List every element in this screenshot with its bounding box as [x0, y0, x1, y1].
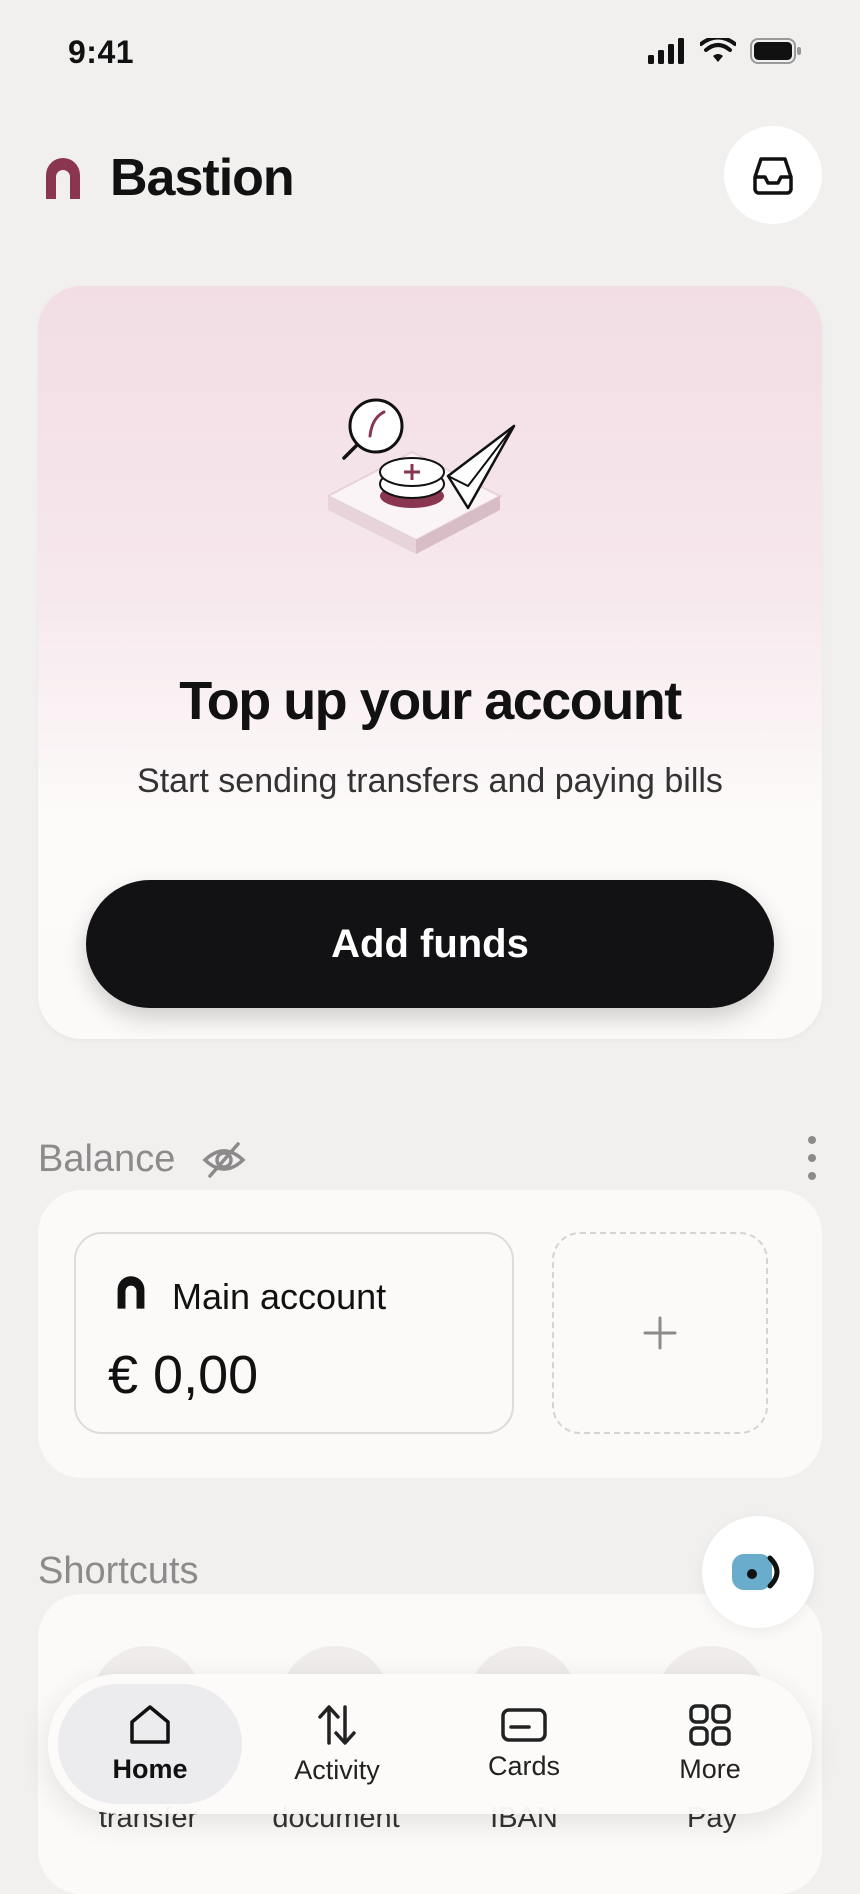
tab-home-label: Home	[112, 1753, 188, 1784]
account-name: Main account	[172, 1276, 387, 1317]
balance-label: Balance	[38, 1138, 176, 1180]
promo-subtitle: Start sending transfers and paying bills	[137, 762, 723, 800]
tab-bar: Home Activity Cards More	[48, 1674, 812, 1814]
status-icons	[648, 38, 802, 64]
main-account-card[interactable]: Main account € 0,00	[74, 1232, 514, 1434]
shortcuts-label: Shortcuts	[38, 1550, 199, 1592]
balance-options-button[interactable]	[802, 1136, 822, 1180]
brand: Bastion	[44, 148, 295, 208]
assistant-button[interactable]	[702, 1516, 814, 1628]
account-balance: € 0,00	[108, 1345, 259, 1405]
inbox-icon	[753, 157, 793, 195]
activity-icon	[318, 1704, 356, 1745]
status-time: 9:41	[68, 34, 135, 70]
add-account-button[interactable]	[552, 1232, 768, 1434]
assistant-icon	[732, 1554, 780, 1590]
add-funds-button[interactable]: Add funds	[86, 880, 774, 1008]
inbox-button[interactable]	[724, 126, 822, 224]
app-title: Bastion	[110, 149, 295, 207]
card-icon	[501, 1707, 547, 1742]
top-up-illustration	[328, 398, 516, 554]
account-logo-icon	[117, 1276, 145, 1309]
signal-icon	[648, 38, 684, 64]
tab-activity[interactable]: Activity	[245, 1684, 429, 1804]
tab-more[interactable]: More	[618, 1684, 802, 1804]
tab-more-label: More	[679, 1753, 741, 1784]
hide-balance-icon[interactable]	[202, 1140, 246, 1180]
tab-cards-label: Cards	[487, 1750, 561, 1781]
battery-icon	[750, 38, 801, 64]
wifi-icon	[700, 38, 736, 62]
tab-home[interactable]: Home	[58, 1684, 242, 1804]
plus-icon	[643, 1316, 677, 1350]
promo-title: Top up your account	[179, 671, 682, 731]
top-up-card: Top up your account Start sending transf…	[38, 286, 822, 1039]
bastion-logo-icon	[46, 158, 80, 199]
balance-card: Main account € 0,00	[38, 1190, 822, 1478]
grid-icon	[689, 1703, 731, 1746]
home-icon	[130, 1704, 170, 1744]
tab-activity-label: Activity	[294, 1754, 380, 1785]
tab-cards[interactable]: Cards	[432, 1684, 616, 1804]
